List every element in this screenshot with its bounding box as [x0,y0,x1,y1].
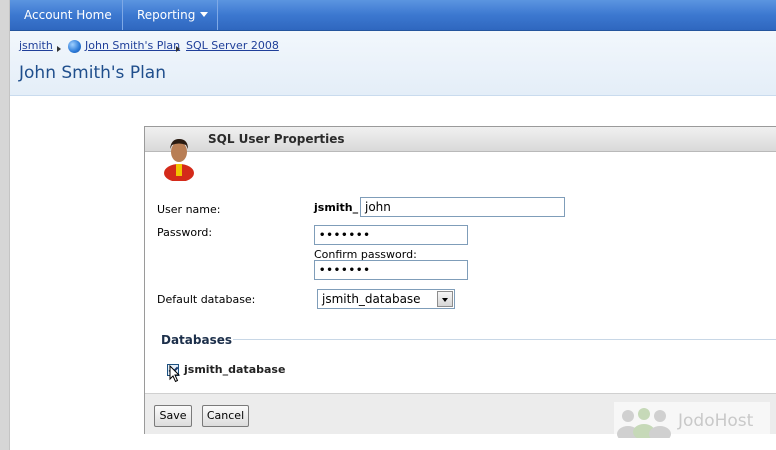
breadcrumb-plan[interactable]: John Smith's Plan [85,39,180,52]
nav-account-home[interactable]: Account Home [10,0,123,30]
user-icon [164,139,194,181]
section-divider [233,339,776,340]
breadcrumb-jsmith[interactable]: jsmith [19,39,53,52]
breadcrumb-arrow-icon [176,46,180,52]
left-rail [0,0,10,450]
globe-icon [68,40,81,53]
page-title: John Smith's Plan [19,63,166,83]
nav-reporting[interactable]: Reporting [123,0,218,30]
confirm-password-input[interactable]: ••••••• [314,260,468,280]
default-database-label: Default database: [157,293,256,306]
breadcrumb-sql-server[interactable]: SQL Server 2008 [186,39,279,52]
password-input[interactable]: ••••••• [314,225,468,245]
password-label: Password: [157,226,213,239]
username-label: User name: [157,203,221,216]
watermark: JodoHost [614,402,770,440]
cancel-button[interactable]: Cancel [202,405,249,427]
mouse-cursor-icon [169,365,181,383]
watermark-text: JodoHost [678,411,754,431]
sql-user-properties-dialog: SQL User Properties User name: jsmith_ j… [144,126,776,434]
username-input[interactable]: john [360,197,565,217]
page-header: jsmith John Smith's Plan SQL Server 2008… [10,31,776,96]
people-logo-icon [617,408,671,438]
username-prefix: jsmith_ [314,201,359,214]
top-navigation: Account Home Reporting [10,0,776,31]
dialog-title: SQL User Properties [208,132,345,146]
breadcrumb-arrow-icon [57,46,61,52]
nav-reporting-label: Reporting [137,8,196,22]
database-name: jsmith_database [184,363,286,376]
chevron-down-icon[interactable] [437,291,453,307]
save-button[interactable]: Save [154,405,192,427]
default-database-value: jsmith_database [322,292,421,306]
dialog-titlebar: SQL User Properties [145,127,776,152]
chevron-down-icon [200,12,208,17]
default-database-select[interactable]: jsmith_database [317,289,455,309]
databases-heading: Databases [161,333,233,347]
